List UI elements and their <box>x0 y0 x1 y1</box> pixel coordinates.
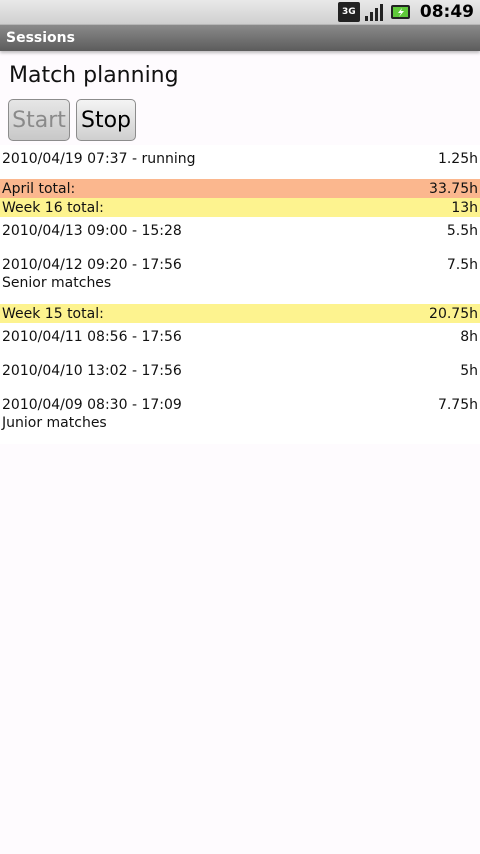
week-total-value: 13h <box>451 199 478 216</box>
week-total-label: Week 15 total: <box>2 305 104 322</box>
app-title-bar: Sessions <box>0 25 480 51</box>
clock: 08:49 <box>419 2 474 22</box>
month-total-row: April total: 33.75h <box>0 179 480 198</box>
session-duration: 8h <box>460 329 478 345</box>
week-total-label: Week 16 total: <box>2 199 104 216</box>
session-duration: 1.25h <box>437 151 478 167</box>
session-time: 2010/04/10 13:02 - 17:56 <box>2 363 182 379</box>
signal-strength-icon <box>364 2 386 22</box>
session-duration: 5h <box>460 363 478 379</box>
session-time: 2010/04/12 09:20 - 17:56 <box>2 257 182 273</box>
stop-button[interactable]: Stop <box>76 99 136 141</box>
list-item[interactable]: 2010/04/13 09:00 - 15:28 5.5h <box>0 217 480 251</box>
session-list: 2010/04/19 07:37 - running 1.25h April t… <box>0 145 480 444</box>
month-total-value: 33.75h <box>429 180 478 197</box>
status-bar: 3G 08:49 <box>0 0 480 25</box>
app-title: Sessions <box>6 30 75 46</box>
network-type-label: 3G <box>342 7 356 17</box>
week-total-value: 20.75h <box>429 305 478 322</box>
list-item[interactable]: 2010/04/10 13:02 - 17:56 5h <box>0 357 480 391</box>
start-button[interactable]: Start <box>8 99 70 141</box>
battery-charging-icon <box>390 2 412 22</box>
network-3g-icon: 3G <box>337 2 360 22</box>
list-item[interactable]: 2010/04/19 07:37 - running 1.25h <box>0 145 480 179</box>
session-time: 2010/04/09 08:30 - 17:09 <box>2 397 182 413</box>
session-time: 2010/04/19 07:37 - running <box>2 151 196 167</box>
page-title: Match planning <box>9 63 179 88</box>
month-total-label: April total: <box>2 180 76 197</box>
session-duration: 7.75h <box>437 397 478 413</box>
session-time: 2010/04/13 09:00 - 15:28 <box>2 223 182 239</box>
session-time: 2010/04/11 08:56 - 17:56 <box>2 329 182 345</box>
list-item[interactable]: 2010/04/09 08:30 - 17:09 Junior matches … <box>0 391 480 444</box>
session-duration: 5.5h <box>446 223 478 239</box>
list-item[interactable]: 2010/04/11 08:56 - 17:56 8h <box>0 323 480 357</box>
button-bar: Start Stop <box>0 89 480 141</box>
session-note: Junior matches <box>2 415 107 431</box>
week-total-row: Week 15 total: 20.75h <box>0 304 480 323</box>
list-item[interactable]: 2010/04/12 09:20 - 17:56 Senior matches … <box>0 251 480 304</box>
session-duration: 7.5h <box>446 257 478 273</box>
session-note: Senior matches <box>2 275 112 291</box>
week-total-row: Week 16 total: 13h <box>0 198 480 217</box>
